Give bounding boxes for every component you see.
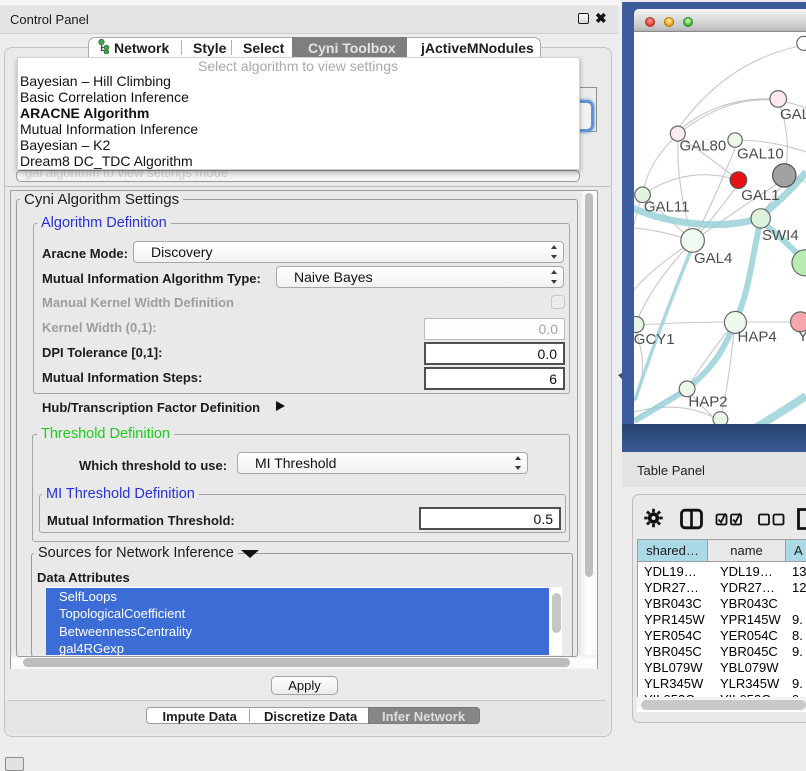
svg-text:SWI4: SWI4 — [762, 227, 799, 244]
svg-text:GCY1: GCY1 — [634, 331, 675, 348]
svg-text:GAL11: GAL11 — [644, 199, 690, 216]
svg-text:GAL4: GAL4 — [694, 250, 732, 267]
svg-text:GAL10: GAL10 — [737, 146, 784, 163]
svg-text:GAL2: GAL2 — [780, 106, 806, 123]
svg-text:Y: Y — [798, 328, 806, 345]
svg-text:HAP2: HAP2 — [688, 394, 727, 411]
svg-text:HAP4: HAP4 — [738, 329, 777, 346]
svg-text:GAL1: GAL1 — [741, 187, 779, 204]
svg-text:GAL80: GAL80 — [680, 138, 727, 155]
